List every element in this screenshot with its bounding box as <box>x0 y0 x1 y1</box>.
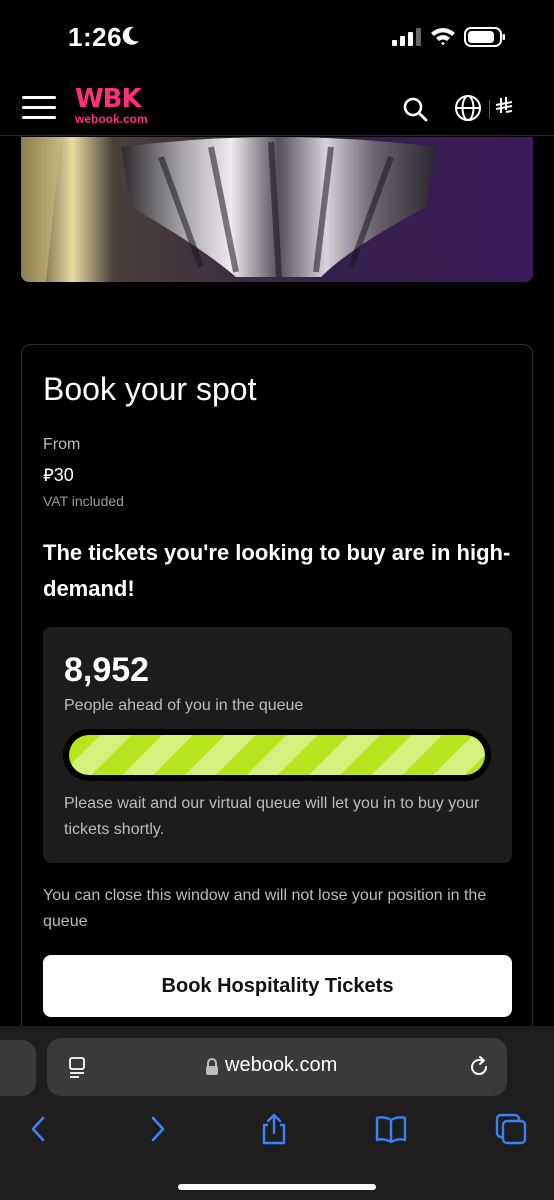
queue-wait-message: Please wait and our virtual queue will l… <box>64 795 480 838</box>
menu-icon[interactable] <box>22 96 56 120</box>
hero-banner-image <box>21 137 533 282</box>
wifi-icon <box>431 28 455 46</box>
app-header: WBK webook.com <box>0 70 554 136</box>
trophy-image <box>21 137 436 282</box>
card-title: Book your spot <box>43 371 257 407</box>
bookmarks-icon[interactable] <box>374 1112 408 1146</box>
globe-icon[interactable] <box>454 94 482 122</box>
close-window-note: You can close this window and will not l… <box>43 887 487 930</box>
queue-count: 8,952 <box>64 651 150 689</box>
queue-progress-bar <box>63 729 491 781</box>
battery-icon <box>464 27 505 47</box>
back-icon[interactable] <box>22 1112 56 1146</box>
moon-icon <box>122 26 139 45</box>
queue-status-box: 8,952 People ahead of you in the queue P… <box>43 627 512 863</box>
status-bar: 1:26 <box>0 0 554 70</box>
riyal-currency-icon[interactable] <box>494 96 514 116</box>
browser-toolbar: webook.com <box>0 1026 554 1200</box>
logo-mark: WBK <box>75 84 142 114</box>
logo-domain: webook.com <box>75 112 148 126</box>
from-label: From <box>43 436 81 453</box>
forward-icon[interactable] <box>140 1112 174 1146</box>
book-spot-card: Book your spot From ⃁30 VAT included The… <box>21 344 533 1044</box>
status-time: 1:26 <box>68 22 123 52</box>
search-icon[interactable] <box>402 96 428 122</box>
url-text: webook.com <box>225 1054 338 1076</box>
page-menu-icon[interactable] <box>67 1056 89 1080</box>
previous-tab-preview[interactable] <box>0 1040 36 1096</box>
share-icon[interactable] <box>257 1112 291 1146</box>
address-bar[interactable]: webook.com <box>47 1038 507 1096</box>
tabs-icon[interactable] <box>494 1112 528 1146</box>
header-divider <box>489 100 490 118</box>
webook-logo[interactable]: WBK webook.com <box>75 86 155 126</box>
reload-icon[interactable] <box>467 1055 491 1079</box>
lock-icon <box>206 1058 218 1075</box>
home-indicator <box>178 1184 376 1190</box>
high-demand-message: The tickets you're looking to buy are in… <box>43 540 511 601</box>
queue-progress-fill <box>69 735 485 775</box>
cellular-signal-icon <box>392 28 421 46</box>
book-hospitality-tickets-button[interactable]: Book Hospitality Tickets <box>43 955 512 1017</box>
queue-count-label: People ahead of you in the queue <box>64 697 304 714</box>
price-value: ⃁30 <box>43 465 74 485</box>
vat-label: VAT included <box>43 493 124 509</box>
